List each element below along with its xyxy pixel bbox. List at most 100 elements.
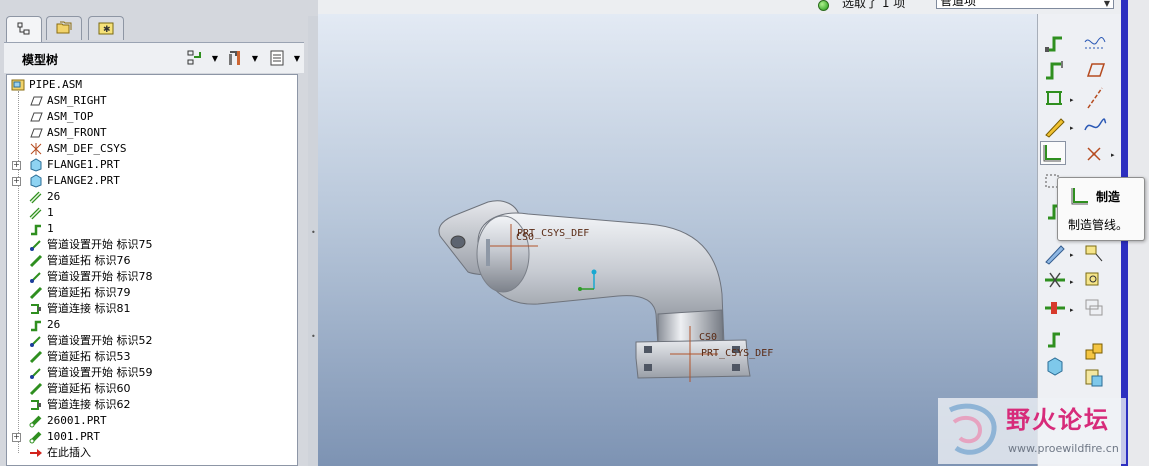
- tree-display-button[interactable]: ▼: [186, 48, 218, 68]
- tree-item[interactable]: 管道设置开始 标识52: [7, 333, 297, 349]
- pipe-annotation-button[interactable]: [1082, 241, 1108, 265]
- sketch-pipe-button[interactable]: [1042, 114, 1068, 138]
- manufacture-pipeline-button[interactable]: [1040, 141, 1066, 165]
- annotation-icon: [1085, 245, 1103, 262]
- tab-folder-browser[interactable]: [46, 16, 82, 40]
- tree-item-label: ASM_FRONT: [47, 126, 107, 139]
- pipe-connect-icon: [31, 400, 41, 410]
- tree-columns-button[interactable]: ▼: [268, 48, 300, 68]
- model-tree-icon: [17, 22, 30, 35]
- tree-item[interactable]: + FLANGE1.PRT: [7, 157, 297, 173]
- pipe-solid-button[interactable]: [1042, 326, 1068, 350]
- tree-item-label: 在此插入: [47, 446, 91, 459]
- pencil-icon: [1045, 118, 1065, 138]
- selection-filter-value: 管道项: [940, 0, 977, 8]
- pipe-sheet-button[interactable]: [1082, 366, 1108, 390]
- pipe-break-button[interactable]: [1042, 268, 1068, 292]
- tree-item[interactable]: PIPE.ASM: [7, 77, 297, 93]
- tab-model-tree[interactable]: [6, 16, 42, 42]
- tree-item[interactable]: 1: [7, 221, 297, 237]
- splitter-grip-icon: •: [311, 228, 316, 237]
- chevron-right-icon: ▸: [1070, 96, 1074, 104]
- pipe-flow-button[interactable]: [1042, 296, 1068, 320]
- model-tree-header: 模型树 ▼ ▼ ▼: [4, 42, 304, 73]
- datum-graph-button[interactable]: [1082, 30, 1108, 54]
- tree-item[interactable]: 管道延拓 标识76: [7, 253, 297, 269]
- pipe-route-icon: [31, 320, 41, 332]
- pipe-modify-button[interactable]: [1042, 241, 1068, 265]
- csys-bottom-label: PRT_CSYS_DEF: [701, 348, 773, 359]
- tree-item[interactable]: 管道设置开始 标识75: [7, 237, 297, 253]
- chevron-right-icon: ▸: [1070, 251, 1074, 259]
- status-strip: 选取了 1 项 管道项 ▼: [318, 0, 1121, 14]
- chevron-right-icon: ▸: [1070, 306, 1074, 314]
- watermark-url: www.proewildfire.cn: [1008, 442, 1119, 455]
- tree-item[interactable]: 管道设置开始 标识78: [7, 269, 297, 285]
- datum-plane-button[interactable]: [1082, 58, 1108, 82]
- tree-item[interactable]: 管道延拓 标识79: [7, 285, 297, 301]
- tab-favorites[interactable]: ✱: [88, 16, 124, 40]
- tree-item[interactable]: 管道连接 标识81: [7, 301, 297, 317]
- tree-item-label: 1: [47, 206, 54, 219]
- tree-item[interactable]: ASM_RIGHT: [7, 93, 297, 109]
- pipe-part-icon: [29, 415, 42, 428]
- tree-item-label: 26001.PRT: [47, 414, 107, 427]
- part-icon: [30, 158, 42, 172]
- tree-item[interactable]: 26001.PRT: [7, 413, 297, 429]
- tree-item-label: 26: [47, 318, 61, 331]
- csys-bottom-prefix: CS0: [699, 332, 717, 343]
- datum-curve-button[interactable]: [1082, 114, 1108, 138]
- tree-item-label: 管道设置开始 标识78: [47, 270, 153, 283]
- graphics-viewport[interactable]: CS0 PRT_CSYS_DEF CS0 PRT_CSYS_DEF: [318, 14, 1037, 466]
- csys-top-label: PRT_CSYS_DEF: [517, 228, 589, 239]
- selection-count-text: 选取了 1 项: [842, 0, 906, 10]
- pipe-measure-button[interactable]: [1082, 268, 1108, 292]
- splitter-grip-icon: •: [311, 332, 316, 341]
- tree-item-label: ASM_DEF_CSYS: [47, 142, 127, 155]
- tree-item[interactable]: 管道延拓 标识60: [7, 381, 297, 397]
- datum-curve-icon: [1084, 118, 1107, 131]
- tree-item[interactable]: 管道连接 标识62: [7, 397, 297, 413]
- tree-item-label: 管道设置开始 标识59: [47, 366, 153, 379]
- pipe-spec-icon: [29, 191, 42, 204]
- sheet-icon: [1085, 369, 1103, 387]
- tree-item[interactable]: ASM_FRONT: [7, 125, 297, 141]
- route-pipeline-button[interactable]: [1042, 30, 1068, 54]
- datum-graph-icon: [1084, 37, 1106, 49]
- tree-item[interactable]: ASM_DEF_CSYS: [7, 141, 297, 157]
- expand-toggle-icon[interactable]: +: [12, 433, 21, 442]
- pipe-extend-icon: [29, 254, 43, 268]
- panel-splitter[interactable]: • •: [308, 16, 318, 466]
- pipe-fitting-button[interactable]: [1042, 86, 1068, 110]
- pipe-extend-button[interactable]: [1042, 58, 1068, 82]
- tree-item[interactable]: 管道延拓 标识53: [7, 349, 297, 365]
- tree-item[interactable]: 26: [7, 317, 297, 333]
- expand-toggle-icon[interactable]: +: [12, 177, 21, 186]
- tree-item[interactable]: 26: [7, 189, 297, 205]
- part-icon: [30, 174, 42, 188]
- tree-item[interactable]: +1001.PRT: [7, 429, 297, 445]
- tree-item[interactable]: 1: [7, 205, 297, 221]
- chevron-down-icon: ▼: [1103, 0, 1110, 8]
- tree-item[interactable]: 在此插入: [7, 445, 297, 461]
- lower-flange[interactable]: [635, 339, 751, 379]
- tree-item[interactable]: + FLANGE2.PRT: [7, 173, 297, 189]
- selection-filter-dropdown[interactable]: 管道项 ▼: [936, 0, 1114, 9]
- datum-point-button[interactable]: [1082, 142, 1108, 166]
- pipe-part-icon: [29, 431, 42, 444]
- model-tree-title: 模型树: [22, 53, 59, 67]
- pipe-report-button[interactable]: [1082, 296, 1108, 320]
- tree-item[interactable]: ASM_TOP: [7, 109, 297, 125]
- tree-settings-button[interactable]: ▼: [226, 48, 258, 68]
- pipe-extend-icon: [29, 382, 43, 396]
- chevron-down-icon: ▼: [211, 54, 218, 63]
- solid-view-button[interactable]: [1042, 354, 1068, 378]
- pipe-model-3d[interactable]: CS0 PRT_CSYS_DEF CS0 PRT_CSYS_DEF: [318, 14, 1037, 466]
- layout-button[interactable]: [1082, 340, 1108, 364]
- expand-toggle-icon[interactable]: +: [12, 161, 21, 170]
- datum-axis-button[interactable]: [1082, 86, 1108, 110]
- pipe-solid-icon: [1048, 332, 1060, 348]
- chevron-right-icon: ▸: [1070, 278, 1074, 286]
- tree-item[interactable]: 管道设置开始 标识59: [7, 365, 297, 381]
- tooltip-title: 制造: [1096, 190, 1121, 204]
